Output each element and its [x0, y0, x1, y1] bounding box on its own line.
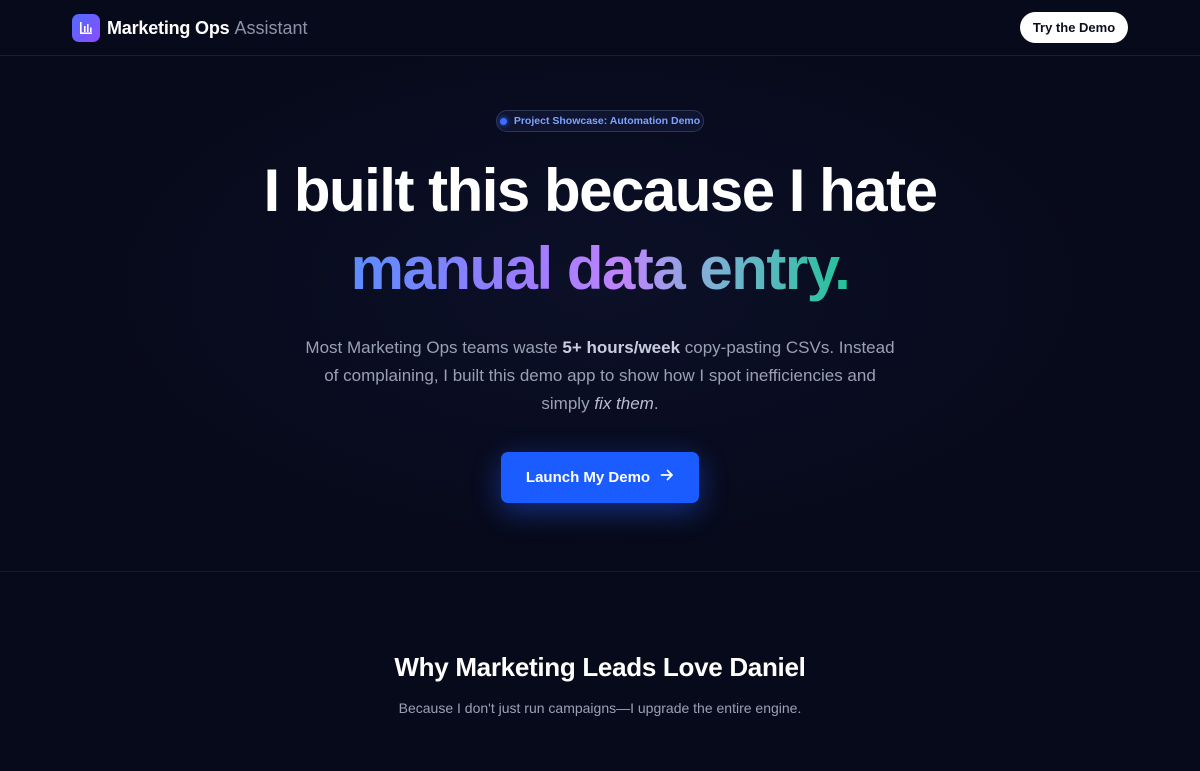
arrow-right-icon — [660, 468, 674, 487]
subtitle-text-1: Most Marketing Ops teams waste — [305, 338, 563, 357]
project-badge: Project Showcase: Automation Demo — [496, 110, 704, 132]
brand-suffix: Assistant — [234, 17, 308, 38]
status-dot-icon — [499, 117, 507, 125]
hero-section: Project Showcase: Automation Demo I buil… — [0, 56, 1200, 572]
brand-name: Marketing Ops — [107, 17, 230, 38]
bar-chart-icon — [72, 14, 100, 42]
badge-label: Project Showcase: Automation Demo — [513, 115, 701, 127]
hero-subtitle: Most Marketing Ops teams waste 5+ hours/… — [300, 334, 900, 418]
subtitle-emphasis: fix them — [594, 394, 654, 413]
hero-headline: I built this because I hate — [263, 157, 939, 224]
brand[interactable]: Marketing Ops Assistant — [72, 13, 307, 43]
hero-headline-highlight: manual data entry. — [0, 230, 1200, 308]
launch-demo-label: Launch My Demo — [525, 469, 651, 486]
subtitle-text-3: . — [653, 394, 659, 413]
try-demo-button[interactable]: Try the Demo — [1020, 12, 1128, 43]
section-subtitle: Because I don't just run campaigns—I upg… — [398, 700, 802, 716]
subtitle-highlight: 5+ hours/week — [562, 338, 681, 357]
top-navigation-bar: Marketing Ops Assistant Try the Demo — [0, 0, 1200, 56]
gradient-text: manual data entry. — [350, 235, 851, 302]
section-title: Why Marketing Leads Love Daniel — [394, 652, 806, 682]
launch-demo-button[interactable]: Launch My Demo — [501, 452, 699, 503]
